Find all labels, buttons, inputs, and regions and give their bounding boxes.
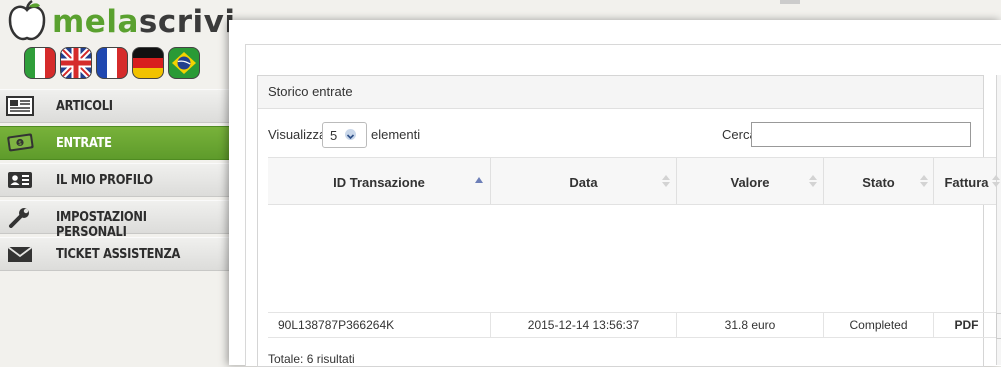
column-header-valore[interactable]: Valore	[676, 158, 823, 204]
french-flag-icon[interactable]	[96, 47, 128, 79]
nav-item-impostazioni[interactable]: IMPOSTAZIONI PERSONALI	[0, 200, 229, 240]
sort-both-icon	[809, 175, 817, 187]
sidebar-nav: ARTICOLI $ ENTRATE IL MIO PROFILO IMPOST…	[0, 89, 229, 274]
top-edge	[780, 0, 800, 4]
envelope-icon	[7, 246, 33, 262]
wrench-icon	[9, 208, 29, 228]
page-length-suffix: elementi	[371, 127, 421, 142]
results-total: Totale: 6 risultati	[268, 352, 355, 366]
column-header-fattura[interactable]: Fattura	[933, 158, 1000, 204]
chevron-down-icon	[345, 129, 356, 140]
nav-item-articoli[interactable]: ARTICOLI	[0, 89, 229, 123]
nav-item-ticket[interactable]: TICKET ASSISTENZA	[0, 237, 229, 271]
table-row: 90L138787P366264K 2015-12-14 13:56:37 31…	[268, 312, 996, 338]
cell-amount: 31.8 euro	[676, 313, 823, 337]
invoice-pdf-link[interactable]: PDF	[933, 313, 999, 337]
cell-date: 2015-12-14 13:56:37	[490, 313, 676, 337]
search-input[interactable]	[751, 122, 971, 147]
sort-both-icon	[920, 175, 928, 187]
sort-asc-icon	[475, 177, 483, 183]
cell-status: Completed	[823, 313, 933, 337]
nav-label: ARTICOLI	[56, 99, 113, 114]
nav-label: ENTRATE	[56, 136, 112, 151]
apple-logo-icon	[8, 0, 46, 41]
cell-transaction-id: 90L138787P366264K	[278, 318, 395, 332]
newspaper-icon	[6, 96, 34, 116]
nav-item-entrate[interactable]: $ ENTRATE	[0, 126, 229, 160]
column-header-data[interactable]: Data	[490, 158, 676, 204]
svg-text:$: $	[18, 140, 22, 147]
nav-label: IMPOSTAZIONI PERSONALI	[56, 210, 147, 240]
italian-flag-icon[interactable]	[24, 47, 56, 79]
language-selector	[24, 47, 200, 79]
logo-part-scrivi: scrivi	[138, 4, 236, 40]
column-header-stato[interactable]: Stato	[823, 158, 933, 204]
table-header-row: ID Transazione Data Valore Stato Fattura	[268, 157, 1000, 205]
panel-header: Storico entrate	[258, 76, 983, 109]
brazil-flag-graphic	[172, 52, 196, 74]
logo-text: melascrivi	[52, 4, 235, 40]
german-flag-icon[interactable]	[132, 47, 164, 79]
english-flag-icon[interactable]	[60, 47, 92, 79]
sort-both-icon	[662, 175, 670, 187]
nav-label: TICKET ASSISTENZA	[56, 247, 181, 262]
panel-title: Storico entrate	[268, 84, 353, 99]
column-header-id[interactable]: ID Transazione	[268, 158, 490, 204]
id-card-icon	[8, 172, 32, 188]
nav-label: IL MIO PROFILO	[56, 173, 153, 188]
sort-both-icon	[992, 175, 1000, 187]
site-logo[interactable]: melascrivi	[4, 0, 235, 44]
logo-part-mela: mela	[52, 4, 139, 40]
uk-flag-graphic	[61, 48, 91, 78]
money-icon: $	[7, 133, 34, 152]
nav-item-profilo[interactable]: IL MIO PROFILO	[0, 163, 229, 197]
page-length-select[interactable]: 5	[322, 122, 367, 148]
page-length-label: Visualizza	[268, 127, 327, 142]
page-length-value: 5	[330, 128, 338, 143]
brazilian-flag-icon[interactable]	[168, 47, 200, 79]
